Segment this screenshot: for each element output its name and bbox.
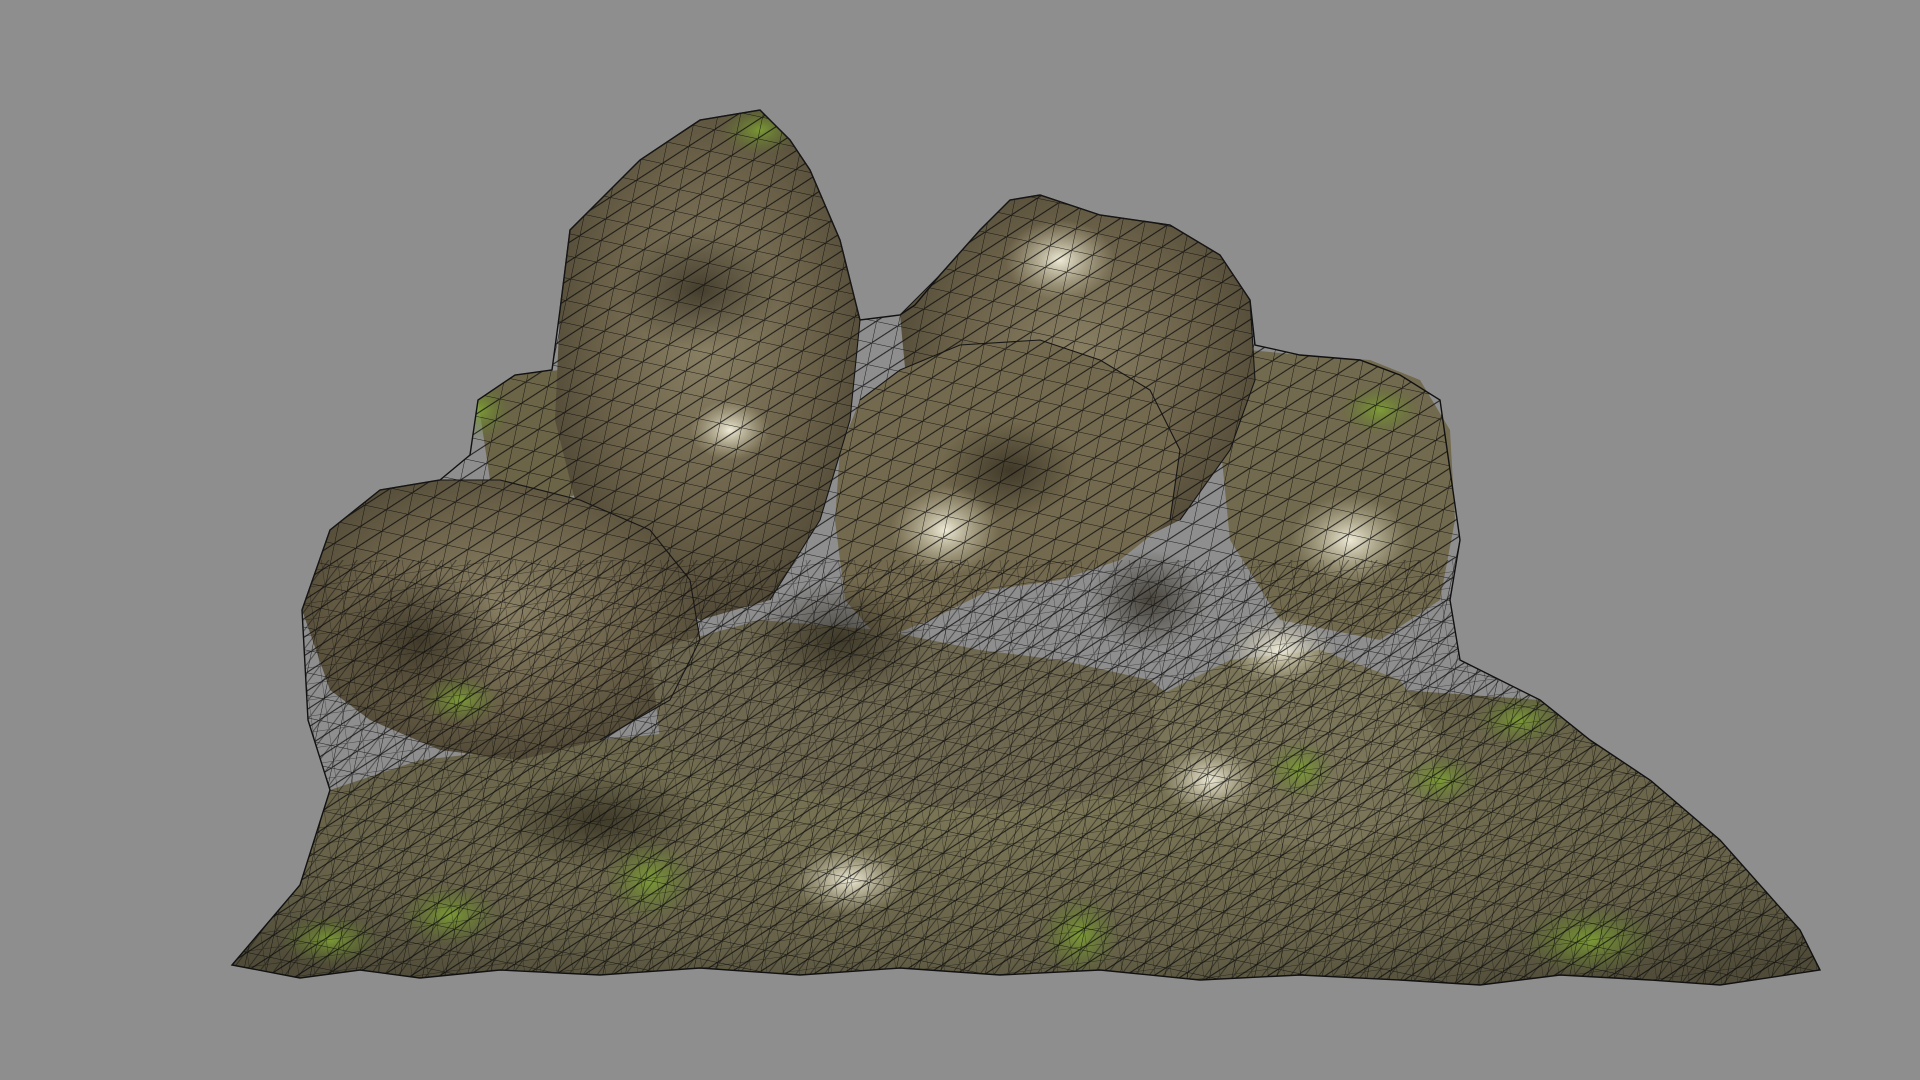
- surface-texture: [232, 110, 1820, 985]
- render-canvas: [0, 0, 1920, 1080]
- rock-mesh[interactable]: [0, 0, 1920, 1080]
- 3d-viewport[interactable]: [0, 0, 1920, 1080]
